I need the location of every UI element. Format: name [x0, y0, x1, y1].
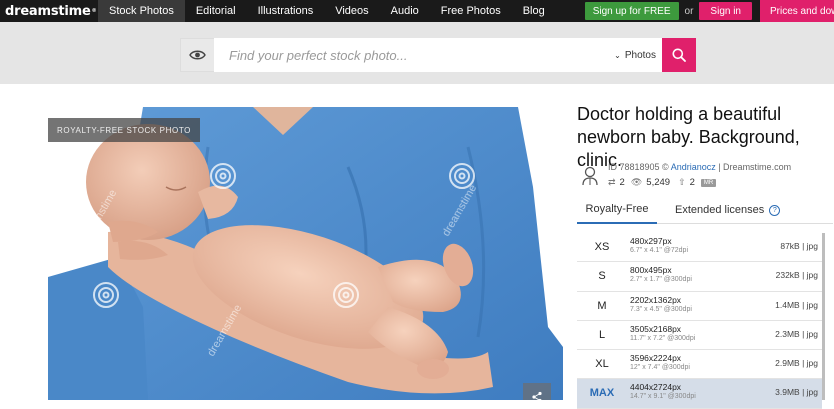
visual-search-button[interactable] — [180, 38, 214, 72]
sizes-scrollbar[interactable] — [822, 233, 825, 400]
or-label: or — [684, 5, 694, 17]
tab-extended-label: Extended licenses — [675, 204, 765, 216]
size-row-max[interactable]: MAX 4404x2724px 14.7" x 9.1" @300dpi 3.9… — [577, 379, 822, 409]
size-file: 1.4MB | jpg — [775, 299, 818, 310]
size-pixels: 3505x2168px — [630, 323, 682, 334]
nav-audio[interactable]: Audio — [380, 0, 430, 22]
share-button[interactable] — [523, 383, 551, 400]
downloads-icon: ⇧ — [678, 177, 686, 187]
size-row-s[interactable]: S 800x495px 2.7" x 1.7" @300dpi 232kB | … — [577, 262, 822, 292]
search-type-value: Photos — [624, 49, 656, 61]
signin-button[interactable]: Sign in — [699, 2, 752, 20]
size-inches: 7.3" x 4.5" @300dpi — [630, 305, 692, 313]
nav-stock-photos[interactable]: Stock Photos — [98, 0, 185, 22]
search-band: ⌄ Photos — [0, 22, 834, 84]
downloads-count: 2 — [689, 177, 695, 188]
nav-videos[interactable]: Videos — [324, 0, 379, 22]
views-icon: 👁 — [630, 177, 643, 187]
size-row-xl[interactable]: XL 3596x2224px 12" x 7.4" @300dpi 2.9MB … — [577, 350, 822, 380]
size-code: MAX — [589, 387, 615, 400]
size-code: XS — [594, 241, 610, 253]
size-pixels: 3596x2224px — [630, 353, 682, 364]
similar-count: 2 — [619, 177, 625, 188]
author-link[interactable]: Andrianocz — [671, 162, 716, 172]
dreamstime-logo[interactable]: dreamstime ® — [0, 0, 98, 22]
doctor-holding-newborn-illustration: dreamstime dreamstime dreamstime — [48, 107, 563, 400]
search-button[interactable] — [662, 38, 696, 72]
size-file: 2.3MB | jpg — [775, 328, 818, 339]
auth-area: Sign up for FREE or Sign in Prices and d… — [584, 0, 834, 22]
size-inches: 2.7" x 1.7" @300dpi — [630, 276, 692, 284]
size-code: S — [598, 270, 606, 283]
image-meta: ID 78818905 © Andrianocz | Dreamstime.co… — [578, 162, 834, 192]
size-row-m[interactable]: M 2202x1362px 7.3" x 4.5" @300dpi 1.4MB … — [577, 292, 822, 321]
main-nav: Stock Photos Editorial Illustrations Vid… — [98, 0, 556, 22]
size-row-l[interactable]: L 3505x2168px 11.7" x 7.2" @300dpi 2.3MB… — [577, 321, 822, 351]
chevron-down-icon: ⌄ — [614, 50, 621, 60]
size-file: 87kB | jpg — [780, 241, 818, 251]
share-icon — [532, 391, 542, 400]
info-icon[interactable]: ? — [769, 204, 781, 216]
signup-button[interactable]: Sign up for FREE — [584, 2, 679, 20]
search-input[interactable] — [214, 38, 606, 72]
author-avatar-icon[interactable] — [581, 165, 599, 187]
similar-icon: ⇄ — [608, 177, 616, 187]
image-id: ID 78818905 © — [608, 162, 671, 172]
image-source: | Dreamstime.com — [715, 162, 792, 172]
size-code: L — [598, 328, 606, 341]
size-options-list: XS 480x297px 6.7" x 4.1" @72dpi 87kB | j… — [577, 233, 822, 409]
size-code: XL — [595, 358, 609, 371]
size-pixels: 2202x1362px — [630, 294, 682, 305]
size-pixels: 800x495px — [630, 265, 672, 276]
size-pixels: 4404x2724px — [630, 382, 682, 393]
nav-free-photos[interactable]: Free Photos — [430, 0, 512, 22]
size-code: M — [597, 299, 607, 312]
pricing-button[interactable]: Prices and downloads — [760, 0, 834, 22]
search-box: ⌄ Photos — [180, 38, 696, 72]
size-file: 2.9MB | jpg — [775, 358, 818, 369]
size-pixels: 480x297px — [630, 236, 672, 246]
nav-editorial[interactable]: Editorial — [185, 0, 247, 22]
views-count: 5,249 — [646, 177, 671, 188]
main-stock-photo[interactable]: dreamstime dreamstime dreamstime ROYALTY… — [48, 107, 563, 400]
size-inches: 11.7" x 7.2" @300dpi — [630, 334, 696, 342]
logo-registered-mark: ® — [91, 8, 97, 14]
nav-illustrations[interactable]: Illustrations — [247, 0, 325, 22]
search-type-dropdown[interactable]: ⌄ Photos — [606, 38, 662, 72]
nav-blog[interactable]: Blog — [512, 0, 556, 22]
search-icon — [672, 48, 686, 62]
size-inches: 12" x 7.4" @300dpi — [630, 364, 690, 372]
top-navigation-bar: dreamstime ® Stock Photos Editorial Illus… — [0, 0, 834, 22]
size-row-xs[interactable]: XS 480x297px 6.7" x 4.1" @72dpi 87kB | j… — [577, 233, 822, 263]
model-release-badge: MR — [700, 178, 717, 187]
logo-text: dreamstime — [5, 3, 91, 19]
image-stats: ⇄ 2 👁 5,249 ⇧ 2 MR — [608, 177, 717, 188]
image-id-line: ID 78818905 © Andrianocz | Dreamstime.co… — [608, 162, 791, 172]
size-inches: 6.7" x 4.1" @72dpi — [630, 247, 688, 254]
tab-royalty-free[interactable]: Royalty-Free — [577, 196, 657, 224]
royalty-free-badge: ROYALTY-FREE STOCK PHOTO — [48, 118, 200, 142]
tab-extended-licenses[interactable]: Extended licenses ? — [675, 196, 781, 224]
license-tabs: Royalty-Free Extended licenses ? — [577, 196, 833, 224]
size-file: 232kB | jpg — [775, 270, 818, 281]
eye-icon — [189, 50, 206, 60]
size-inches: 14.7" x 9.1" @300dpi — [630, 393, 696, 401]
size-file: 3.9MB | jpg — [775, 387, 818, 398]
